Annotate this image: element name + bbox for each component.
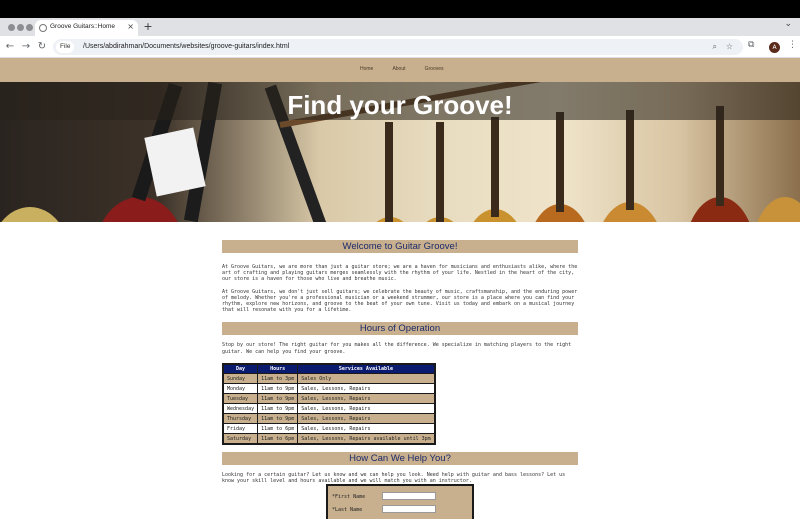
new-tab-button[interactable]: + [142, 20, 154, 34]
day-cell: Saturday [222, 433, 259, 445]
table-row: Sunday 11am to 3pm Sales Only [222, 373, 436, 385]
services-cell: Sales, Lessons, Repairs [297, 383, 436, 395]
day-cell: Tuesday [222, 393, 259, 405]
services-cell: Sales Only [297, 373, 436, 385]
hours-cell: 11am to 3pm [257, 373, 299, 385]
more-menu-icon[interactable]: ⋮ [788, 40, 797, 50]
column-header-day: Day [222, 363, 259, 375]
day-cell: Wednesday [222, 403, 259, 415]
forward-button[interactable]: → [20, 40, 32, 54]
table-row: Friday 11am to 6pm Sales, Lessons, Repairs [222, 423, 436, 435]
maximize-window-icon[interactable] [26, 24, 33, 31]
column-header-services: Services Available [297, 363, 436, 375]
address-bar[interactable]: File /Users/abdirahman/Documents/website… [53, 39, 743, 55]
hours-table: Day Hours Services Available Sunday 11am … [222, 362, 436, 445]
day-cell: Thursday [222, 413, 259, 425]
day-cell: Sunday [222, 373, 259, 385]
url-text[interactable]: /Users/abdirahman/Documents/websites/gro… [83, 41, 289, 53]
hero-title: Find your Groove! [287, 90, 513, 120]
services-cell: Sales, Lessons, Repairs available until … [297, 433, 436, 445]
welcome-paragraph-2: At Groove Guitars, we don't just sell gu… [222, 288, 578, 314]
last-name-label: *Last Name [332, 507, 363, 513]
welcome-paragraph-1: At Groove Guitars, we are more than just… [222, 264, 578, 283]
nav-home-link[interactable]: Home [360, 66, 373, 72]
table-row: Thursday 11am to 9pm Sales, Lessons, Repai… [222, 413, 436, 425]
hours-cell: 11am to 6pm [257, 433, 299, 445]
zoom-icon[interactable]: ⌕ [713, 42, 717, 52]
site-nav: Home About Grooves [0, 58, 800, 82]
reload-button[interactable]: ↻ [36, 40, 48, 54]
hours-cell: 11am to 9pm [257, 383, 299, 395]
services-cell: Sales, Lessons, Repairs [297, 413, 436, 425]
hours-cell: 11am to 9pm [257, 393, 299, 405]
extensions-icon[interactable]: ⧉ [748, 40, 754, 50]
bookmark-star-icon[interactable]: ☆ [726, 42, 733, 51]
day-cell: Monday [222, 383, 259, 395]
table-row: Saturday 11am to 6pm Sales, Lessons, Repai… [222, 433, 436, 445]
hours-heading: Hours of Operation [222, 322, 578, 336]
table-row: Monday 11am to 9pm Sales, Lessons, Repairs [222, 383, 436, 395]
file-scheme-chip[interactable]: File [56, 41, 75, 53]
window-titlebar [0, 0, 800, 18]
help-heading: How Can We Help You? [222, 451, 578, 465]
services-cell: Sales, Lessons, Repairs [297, 423, 436, 435]
nav-grooves-link[interactable]: Grooves [425, 66, 444, 72]
table-row: Wednesday 11am to 9pm Sales, Lessons, Repa… [222, 403, 436, 415]
nav-about-link[interactable]: About [392, 66, 405, 72]
hero-banner: Find your Groove! [0, 82, 800, 222]
services-cell: Sales, Lessons, Repairs [297, 403, 436, 415]
last-name-input[interactable] [382, 505, 436, 513]
hours-cell: 11am to 6pm [257, 423, 299, 435]
hours-cell: 11am to 9pm [257, 403, 299, 415]
column-header-hours: Hours [257, 363, 299, 375]
tab-search-icon[interactable]: ⌄ [784, 19, 792, 29]
close-tab-icon[interactable]: × [127, 22, 134, 31]
first-name-input[interactable] [382, 492, 436, 500]
hours-cell: 11am to 9pm [257, 413, 299, 425]
minimize-window-icon[interactable] [17, 24, 24, 31]
contact-form: *First Name *Last Name [326, 484, 474, 519]
hours-intro: Stop by our store! The right guitar for … [222, 342, 572, 355]
help-intro: Looking for a certain guitar? Let us kno… [222, 471, 566, 485]
hours-table-header: Day Hours Services Available [222, 363, 436, 375]
table-row: Tuesday 11am to 9pm Sales, Lessons, Repair… [222, 393, 436, 405]
back-button[interactable]: ← [4, 40, 16, 54]
tab-groove-guitars[interactable]: Groove Guitars::Home × [35, 20, 138, 36]
tab-title: Groove Guitars::Home [50, 23, 116, 30]
profile-avatar[interactable]: A [769, 42, 780, 53]
close-window-icon[interactable] [8, 24, 15, 31]
day-cell: Friday [222, 423, 259, 435]
services-cell: Sales, Lessons, Repairs [297, 393, 436, 405]
globe-icon [39, 24, 47, 32]
first-name-label: *First Name [332, 494, 366, 500]
welcome-heading: Welcome to Guitar Groove! [222, 240, 578, 253]
main-content: Welcome to Guitar Groove! At Groove Guit… [222, 240, 578, 484]
